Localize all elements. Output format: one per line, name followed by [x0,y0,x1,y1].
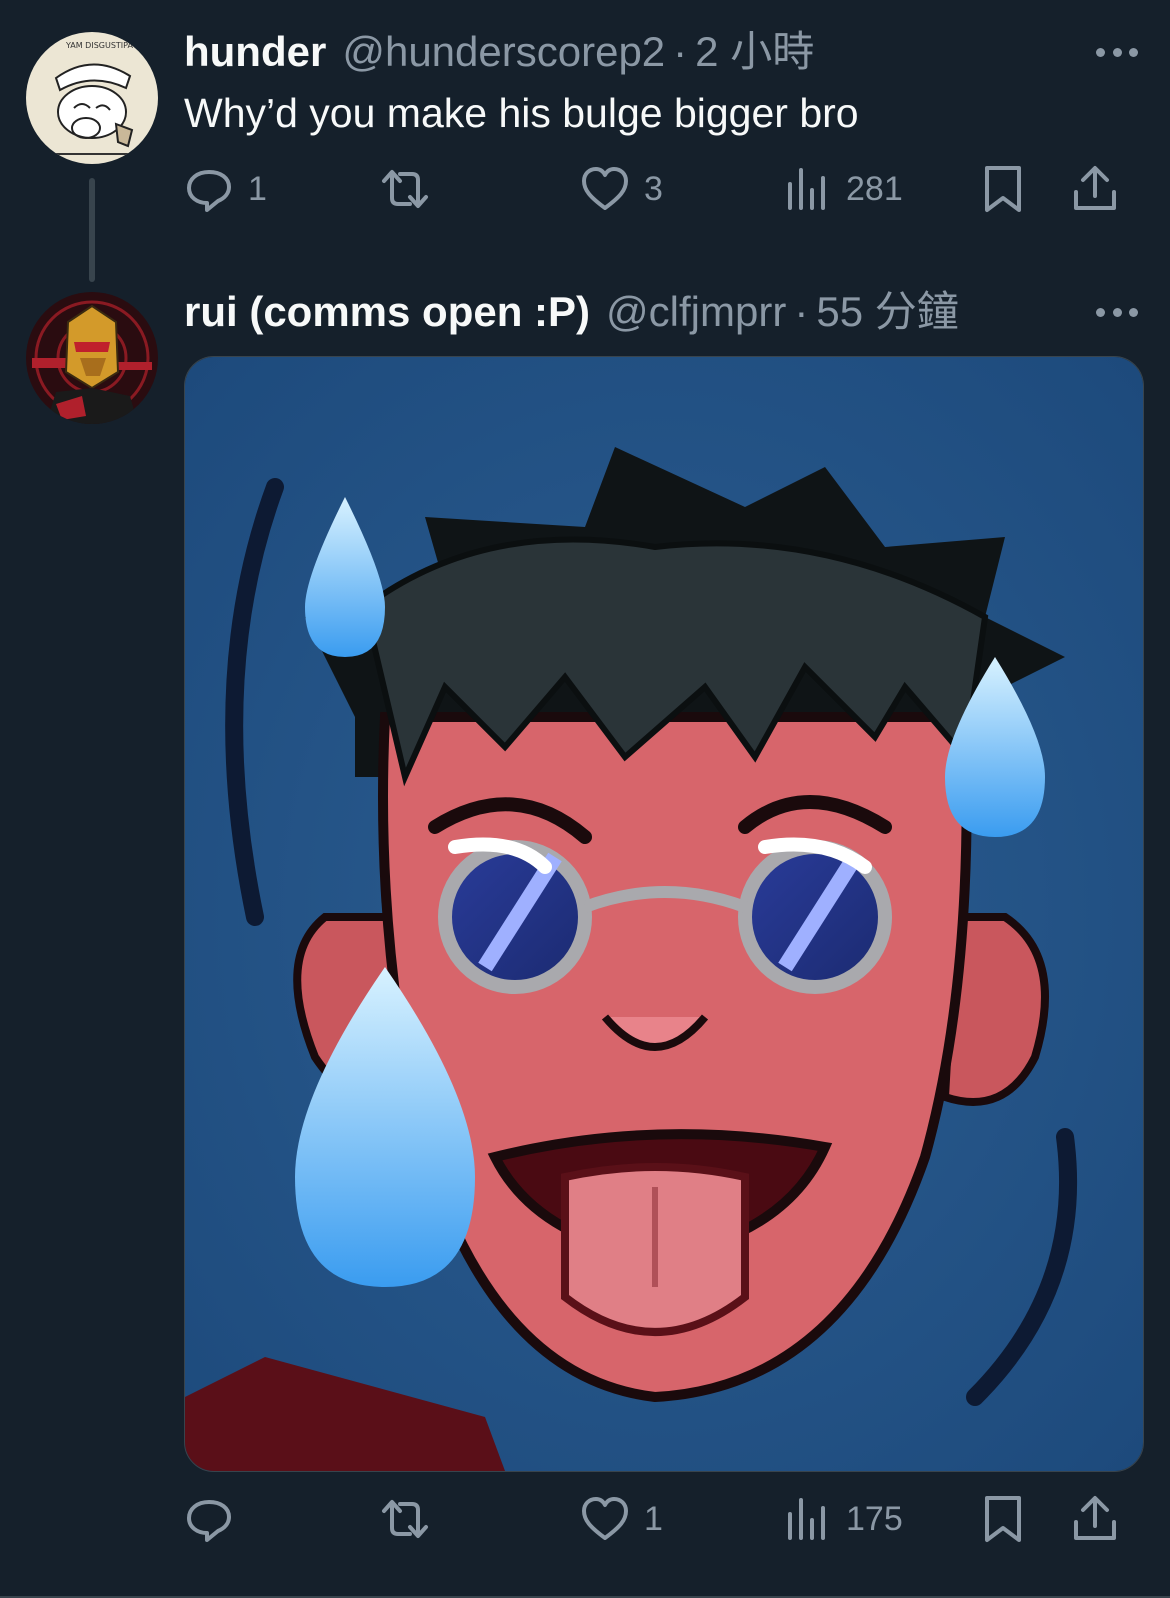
avatar[interactable] [26,292,158,424]
reply-count: 1 [248,169,267,208]
bookmark-button[interactable] [978,162,1028,216]
share-icon [1074,166,1116,210]
more-options-icon[interactable] [1096,302,1138,322]
like-button[interactable]: 1 [580,1492,663,1546]
reply-icon [187,1500,231,1542]
avatar[interactable]: YAM DISGUSTIPATED [26,32,158,164]
timestamp[interactable]: 2 小時 [695,26,814,78]
tweet-actions: 1 3 281 [184,162,1144,216]
heart-icon [582,1497,628,1540]
display-name[interactable]: rui (comms open :P) [184,286,590,338]
views-count: 175 [846,1499,903,1538]
user-handle[interactable]: @clfjmprr [606,286,786,338]
display-name[interactable]: hunder [184,26,326,78]
views-count: 281 [846,169,903,208]
tweet-actions: 1 175 [184,1492,1144,1546]
share-button[interactable] [1070,162,1120,216]
bookmark-icon [985,1496,1021,1542]
retweet-icon [382,170,428,208]
reply-icon [187,170,231,212]
retweet-button[interactable] [380,1492,430,1546]
timestamp[interactable]: 55 分鐘 [816,286,958,338]
share-button[interactable] [1070,1492,1120,1546]
separator-dot: · [794,288,809,335]
views-button[interactable]: 175 [782,1492,903,1546]
bookmark-button[interactable] [978,1492,1028,1546]
tweet-text: Why’d you make his bulge bigger bro [184,90,859,136]
tweet-media-image[interactable] [184,356,1144,1472]
reply-button[interactable]: 1 [184,162,267,216]
separator-dot: · [673,28,688,75]
heart-icon [582,167,628,210]
more-options-icon[interactable] [1096,42,1138,62]
like-count: 1 [644,1499,663,1538]
tweet-header: hunder @hunderscorep2 · 2 小時 [184,26,814,78]
thread-connector-line [89,178,95,282]
views-icon [788,168,825,210]
retweet-icon [382,1500,428,1538]
share-icon [1074,1496,1116,1540]
views-icon [788,1498,825,1540]
retweet-button[interactable] [380,162,430,216]
reply-button[interactable] [184,1492,234,1546]
views-button[interactable]: 281 [782,162,903,216]
tweet-header: rui (comms open :P) @clfjmprr · 55 分鐘 [184,286,959,338]
like-button[interactable]: 3 [580,162,663,216]
user-handle[interactable]: @hunderscorep2 [342,26,665,78]
like-count: 3 [644,169,663,208]
svg-text:YAM DISGUSTIPATED: YAM DISGUSTIPATED [65,41,148,50]
bookmark-icon [985,166,1021,212]
